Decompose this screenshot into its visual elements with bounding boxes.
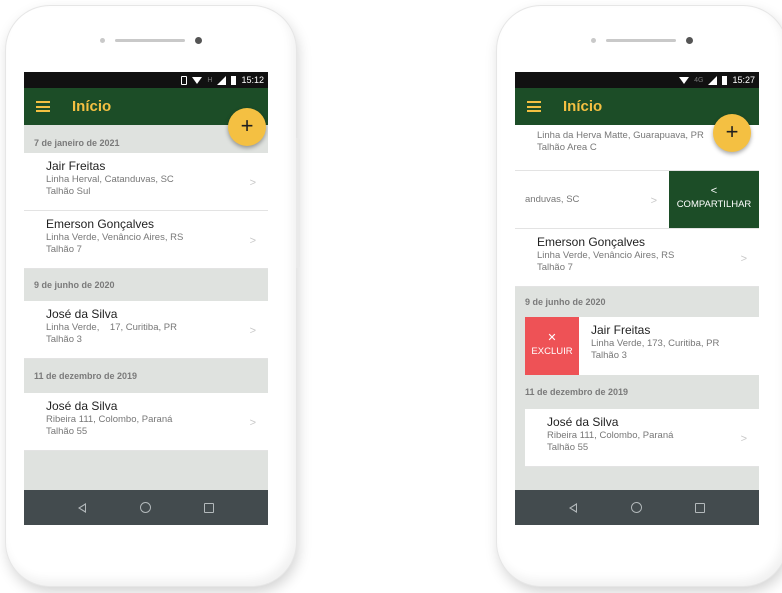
list-item[interactable]: José da Silva Ribeira 111, Colombo, Para…	[24, 393, 268, 451]
speaker-grill	[115, 38, 185, 42]
item-plot: Talhão 3	[591, 350, 627, 361]
item-name: José da Silva	[46, 399, 118, 413]
chevron-right-icon: >	[650, 195, 657, 207]
recent-apps-icon[interactable]	[695, 502, 706, 513]
delete-button[interactable]: ✕ EXCLUIR	[525, 317, 579, 375]
android-nav-bar	[24, 490, 268, 525]
share-label: COMPARTILHAR	[676, 199, 752, 210]
camera-dot	[591, 37, 596, 43]
page-title: Início	[72, 98, 112, 115]
list-item[interactable]: Emerson Gonçalves Linha Verde, Venâncio …	[24, 211, 268, 269]
chevron-right-icon: >	[740, 433, 747, 445]
wifi-icon	[679, 76, 690, 84]
chevron-right-icon: >	[249, 235, 256, 247]
item-name: José da Silva	[547, 415, 619, 429]
item-address: Ribeira 111, Colombo, Paraná	[46, 414, 173, 425]
list-item[interactable]: Jair Freitas Linha Herval, Catanduvas, S…	[24, 153, 268, 211]
battery-icon	[231, 75, 237, 85]
phone-right: 4G 15:27 Início + Linha da Herva Matte, …	[497, 6, 782, 586]
screen: H 15:12 Início + 7 de janeiro de 2021 Ja…	[24, 72, 268, 525]
front-sensor	[195, 36, 202, 44]
vibrate-icon	[181, 75, 188, 85]
content-list: Linha da Herva Matte, Guarapuava, PR Tal…	[515, 125, 759, 490]
item-name: Emerson Gonçalves	[537, 235, 646, 249]
item-address: Linha Verde, 17, Curitiba, PR	[46, 322, 177, 333]
phone-left: H 15:12 Início + 7 de janeiro de 2021 Ja…	[6, 6, 300, 586]
network-type: H	[207, 76, 213, 84]
back-icon[interactable]	[568, 502, 577, 513]
add-button[interactable]: +	[713, 114, 751, 152]
network-type: 4G	[694, 76, 704, 84]
chevron-right-icon: >	[249, 325, 256, 337]
item-name: Jair Freitas	[46, 159, 106, 173]
menu-icon[interactable]	[527, 101, 541, 112]
status-bar: 4G 15:27	[515, 72, 759, 88]
menu-icon[interactable]	[36, 101, 50, 112]
item-plot: Talhão 7	[46, 244, 82, 255]
camera-dot	[100, 37, 105, 43]
share-button[interactable]: < COMPARTILHAR	[669, 171, 759, 228]
wifi-icon	[192, 76, 203, 84]
content-list: 7 de janeiro de 2021 Jair Freitas Linha …	[24, 125, 268, 490]
android-nav-bar	[515, 490, 759, 525]
add-button[interactable]: +	[228, 108, 266, 146]
section-date: 9 de junho de 2020	[525, 297, 606, 307]
item-address: Ribeira 111, Colombo, Paraná	[547, 430, 674, 441]
page-title: Início	[563, 98, 603, 115]
close-icon: ✕	[547, 332, 557, 344]
recent-apps-icon[interactable]	[204, 502, 215, 513]
swiped-list-item-delete[interactable]: ✕ EXCLUIR Jair Freitas Linha Verde, 173,…	[515, 317, 759, 375]
status-time: 15:12	[241, 75, 264, 85]
item-name: Emerson Gonçalves	[46, 217, 155, 231]
phone-top-bezel	[497, 34, 782, 46]
delete-label: EXCLUIR	[531, 346, 573, 357]
item-name: Jair Freitas	[591, 323, 651, 337]
section-date: 9 de junho de 2020	[34, 280, 115, 290]
signal-icon	[708, 75, 718, 85]
item-plot: Talhão 55	[547, 442, 589, 453]
side-button	[296, 138, 300, 268]
item-plot: Talhão 55	[46, 426, 88, 437]
battery-icon	[722, 75, 728, 85]
screen: 4G 15:27 Início + Linha da Herva Matte, …	[515, 72, 759, 525]
section-date: 11 de dezembro de 2019	[34, 371, 138, 381]
swiped-list-item-share[interactable]: anduvas, SC > < COMPARTILHAR	[515, 171, 759, 229]
status-time: 15:27	[732, 75, 755, 85]
item-plot: Talhão Sul	[46, 186, 91, 197]
item-address-fragment: anduvas, SC	[525, 194, 580, 205]
share-icon: <	[710, 185, 718, 197]
home-icon[interactable]	[139, 502, 151, 513]
item-address: Linha Herval, Catanduvas, SC	[46, 174, 174, 185]
list-item[interactable]: José da Silva Ribeira 111, Colombo, Para…	[525, 409, 759, 467]
phone-top-bezel	[6, 34, 296, 46]
front-sensor	[686, 36, 693, 44]
home-icon[interactable]	[630, 502, 642, 513]
section-date: 11 de dezembro de 2019	[525, 387, 629, 397]
item-address: Linha Verde, 173, Curitiba, PR	[591, 338, 720, 349]
item-plot: Talhão 7	[537, 262, 573, 273]
speaker-grill	[606, 38, 676, 42]
status-bar: H 15:12	[24, 72, 268, 88]
back-icon[interactable]	[77, 502, 86, 513]
item-address: Linha Verde, Venâncio Aires, RS	[46, 232, 184, 243]
list-item[interactable]: Emerson Gonçalves Linha Verde, Venâncio …	[515, 229, 759, 287]
chevron-right-icon: >	[249, 177, 256, 189]
item-name: José da Silva	[46, 307, 118, 321]
signal-icon	[217, 75, 227, 85]
chevron-right-icon: >	[249, 417, 256, 429]
list-item[interactable]: José da Silva Linha Verde, 17, Curitiba,…	[24, 301, 268, 359]
item-address: Linha Verde, Venâncio Aires, RS	[537, 250, 675, 261]
chevron-right-icon: >	[740, 253, 747, 265]
item-plot: Talhão 3	[46, 334, 82, 345]
